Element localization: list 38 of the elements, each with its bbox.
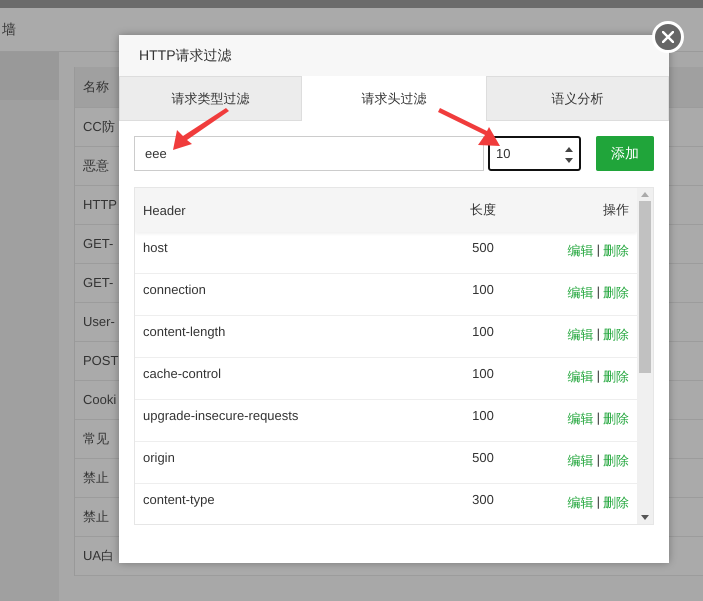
edit-link[interactable]: 编辑 — [568, 242, 594, 260]
table-cell-text: 500 — [471, 240, 495, 255]
table-cell-text: 100 — [471, 282, 495, 297]
tab[interactable]: 语义分析 — [486, 76, 669, 121]
table-cell-text: host — [142, 240, 169, 255]
table-cell-text: 100 — [471, 324, 495, 339]
tab[interactable]: 请求头过滤 — [302, 76, 486, 121]
page-title: 墙 — [1, 20, 16, 38]
column-header: 操作 — [602, 201, 630, 219]
column-header: Header — [142, 202, 187, 218]
separator: | — [596, 242, 600, 259]
separator: | — [596, 326, 600, 343]
table-cell-text: 100 — [471, 408, 495, 423]
scrollbar-thumb[interactable] — [639, 201, 651, 373]
separator: | — [596, 284, 600, 301]
edit-link[interactable]: 编辑 — [568, 326, 594, 344]
scroll-down-icon[interactable] — [641, 515, 649, 520]
table-cell-text: cache-control — [142, 366, 222, 381]
table-cell-text: upgrade-insecure-requests — [142, 408, 300, 423]
tab[interactable]: 请求类型过滤 — [119, 76, 302, 121]
up-arrow-icon[interactable] — [565, 147, 573, 152]
annotation-arrow — [173, 108, 229, 150]
delete-link[interactable]: 删除 — [603, 284, 629, 302]
down-arrow-icon[interactable] — [565, 158, 573, 163]
column-header: 长度 — [469, 201, 497, 219]
table-cell-text: 100 — [471, 366, 495, 381]
close-icon[interactable] — [662, 31, 674, 43]
table-cell-text: connection — [142, 282, 207, 297]
annotation-arrow — [438, 108, 500, 146]
delete-link[interactable]: 删除 — [603, 242, 629, 260]
table-cell-text: content-length — [142, 324, 226, 339]
add-button[interactable]: 添加 — [596, 136, 654, 171]
length-input-field[interactable]: 10 — [488, 136, 581, 171]
header-input-field[interactable]: eee — [134, 136, 484, 171]
scrollbar[interactable] — [637, 188, 653, 524]
delete-link[interactable]: 删除 — [603, 326, 629, 344]
edit-link[interactable]: 编辑 — [568, 284, 594, 302]
dialog-title: HTTP请求过滤 — [139, 46, 232, 64]
